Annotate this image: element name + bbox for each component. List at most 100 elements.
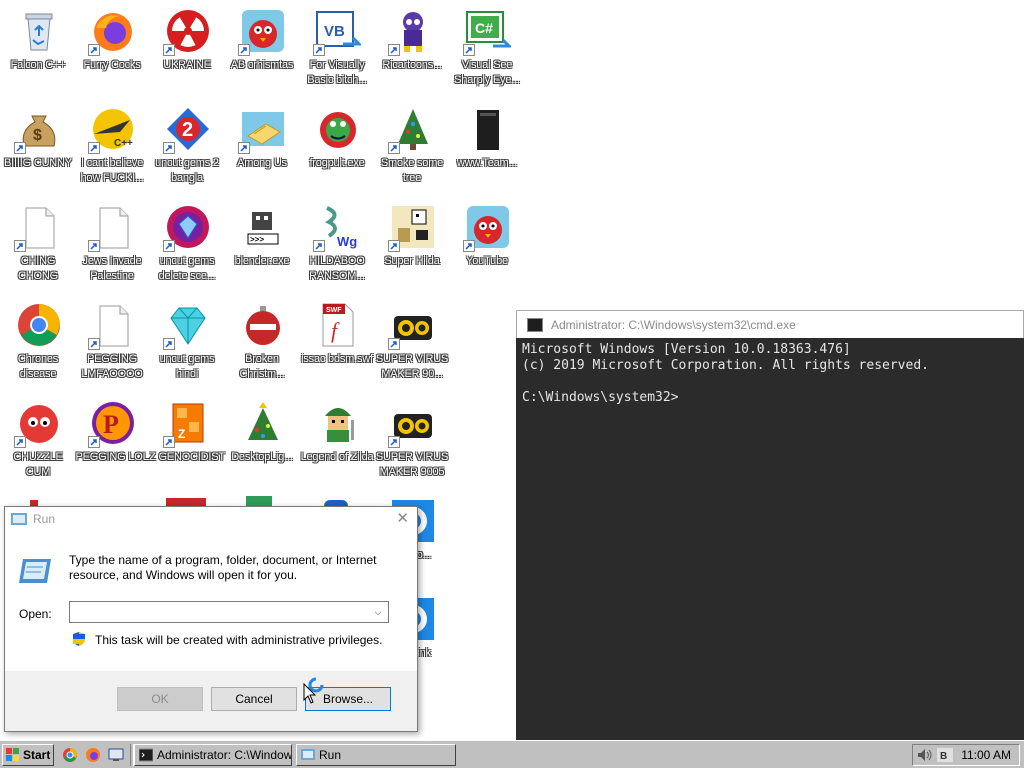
christmas-tree-icon [388,106,436,154]
desktop-icon-visual-see[interactable]: C# Visual See Sharply Eye... [449,0,525,90]
desktop-icon-smoke-tree[interactable]: Smoke some tree [374,98,450,188]
desktop-icon-firefox[interactable]: Furry Cocks [74,0,150,90]
run-description: Type the name of a program, folder, docu… [69,553,377,582]
money-bag-icon: $ [14,106,62,154]
shortcut-arrow-icon [88,338,100,350]
icon-label: Z GENOCIDIST [149,451,225,463]
cmd-line-version: Microsoft Windows [Version 10.0.18363.47… [522,342,851,357]
start-button[interactable]: Start [2,744,54,766]
open-label: Open: [19,607,52,621]
camera-bag-icon [388,400,436,448]
desktop-icon-legend-zilda[interactable]: Legend of Zilda [299,392,375,482]
desktop-icon-ching-chong[interactable]: CHING CHONG [0,196,76,286]
icon-label: SUPER VIRUS MAKER 90... [375,353,449,380]
blocks-icon: Z [163,400,211,448]
desktop-icon-pegging-lol[interactable]: P PEGGING LOL [74,392,150,482]
csharp-icon: C# [463,8,511,56]
desktop-icon-ab-crhismtas[interactable]: AB crhismtas [224,0,300,90]
show-desktop-icon[interactable] [108,747,124,763]
desktop-icon-jews-invade[interactable]: Jews Invade Palestine [74,196,150,286]
tray-app-icon[interactable]: B [937,748,953,762]
close-icon[interactable]: ✕ [396,509,409,527]
run-program-icon [19,559,51,583]
desktop-icon-youtube[interactable]: YouTube [449,196,525,286]
cmd-titlebar[interactable]: Administrator: C:\Windows\system32\cmd.e… [516,310,1024,338]
desktop-icon-among-us[interactable]: Among Us [224,98,300,188]
run-dialog[interactable]: Run ✕ Type the name of a program, folder… [4,506,418,732]
ok-button[interactable]: OK [117,687,203,711]
shortcut-arrow-icon [88,142,100,154]
windows-logo-icon [6,748,19,761]
desktop-icon-ricartoons[interactable]: Ricartoons... [374,0,450,90]
desktop-icon-super-virus-90[interactable]: SUPER VIRUS MAKER 90... [374,294,450,384]
volume-icon[interactable] [917,748,933,762]
icon-label: AB crhismtas [230,59,294,71]
chrome-icon [16,302,62,348]
icon-label: PEGGING LMFAOOOO [81,353,143,380]
desktop-icon-cant-believe[interactable]: C++ I cant believe how FUCKI... [74,98,150,188]
start-label: Start [23,748,51,762]
chrome-icon[interactable] [62,747,78,763]
cancel-button[interactable]: Cancel [211,687,297,711]
desktop-icon-uncut-gems-delete[interactable]: uncut gems delete sce... [149,196,225,286]
cmd-window[interactable]: Administrator: C:\Windows\system32\cmd.e… [516,310,1024,740]
desktop-icon-broken-christmas[interactable]: Broken Christm... [224,294,300,384]
desktop-icon-chuzzle[interactable]: CHUZZLE CUM [0,392,76,482]
desktop-icon-desktoplights[interactable]: DesktopLig... [224,392,300,482]
svg-text:>>>: >>> [250,235,264,244]
desktop-icon-z-genocidist[interactable]: Z Z GENOCIDIST [149,392,225,482]
icon-label: YouTube [466,255,508,267]
icon-label: issac bdsm.swf [301,353,373,365]
svg-text:$: $ [33,127,42,144]
desktop-icon-vb[interactable]: VB For Visually Basic bitch... [299,0,375,90]
desktop-icon-falcon[interactable]: Falcon C++ [0,0,76,90]
icon-label: www.Team... [456,157,518,169]
number-two-icon: 2 [163,106,211,154]
desktop-icon-ukraine[interactable]: UKRAINE [149,0,225,90]
desktop-icon-blender[interactable]: >>> blender.exe [224,196,300,286]
svg-text:C#: C# [475,20,493,36]
shortcut-arrow-icon [14,436,26,448]
desktop-icon-chrones[interactable]: Chrones disease [0,294,76,384]
icon-label: Jews Invade Palestine [82,255,142,282]
desktop-icon-team[interactable]: www.Team... [449,98,525,188]
shortcut-arrow-icon [14,240,26,252]
clock[interactable]: 11:00 AM [961,748,1011,762]
icon-label: For Visually Basic bitch... [307,59,367,86]
open-combobox[interactable]: ⌵ [69,601,389,623]
shortcut-arrow-icon [388,436,400,448]
cmd-console[interactable]: Microsoft Windows [Version 10.0.18363.47… [516,338,1024,740]
desktop-icon-biiiig[interactable]: $ BIIIIG CUNNY [0,98,76,188]
taskbar-item-label: Administrator: C:\Windows... [157,748,292,762]
icon-label: Falcon C++ [10,59,66,71]
frog-icon [315,106,361,152]
cmd-prompt: C:\Windows\system32> [522,390,679,405]
desktop-icon-issac-swf[interactable]: SWF f issac bdsm.swf [299,294,375,384]
desktop-icon-uncut-gems-2[interactable]: 2 uncut gems 2 bangla [149,98,225,188]
firefox-icon[interactable] [85,747,101,763]
cmd-icon [527,317,543,332]
taskbar-item-run[interactable]: Run [296,744,456,766]
ornament-icon [240,302,286,348]
svg-text:Wg: Wg [337,234,357,249]
chevron-down-icon[interactable]: ⌵ [372,605,384,619]
taskbar-item-label: Run [319,748,342,762]
icon-label: I cant believe how FUCKI... [80,157,144,184]
desktop-icon-frogpult[interactable]: frogpult.exe [299,98,375,188]
cartoon-character-icon [388,8,436,56]
desktop-icon-hildaboo[interactable]: Wg HILDABOO RANSOM... [299,196,375,286]
icon-label: HILDABOO RANSOM... [309,255,365,282]
run-titlebar[interactable]: Run ✕ [5,507,417,531]
shortcut-arrow-icon [163,436,175,448]
desktop-icon-super-virus-9005[interactable]: SUPER VIRUS MAKER 9005 [374,392,450,482]
desktop-icon-pegging-lmfao[interactable]: PEGGING LMFAOOOO [74,294,150,384]
blank-file-icon [88,302,136,350]
desktop-icon-uncut-gems-hindi[interactable]: uncut gems hindi [149,294,225,384]
icon-label: CHING CHONG [18,255,58,282]
mouse-cursor-icon [303,683,317,704]
desktop-icon-super-hilda[interactable]: Super Hilda [374,196,450,286]
system-tray: B 11:00 AM [912,744,1020,766]
open-input[interactable] [74,603,368,623]
chuzzle-icon [14,400,62,448]
taskbar-item-cmd[interactable]: Administrator: C:\Windows... [134,744,292,766]
